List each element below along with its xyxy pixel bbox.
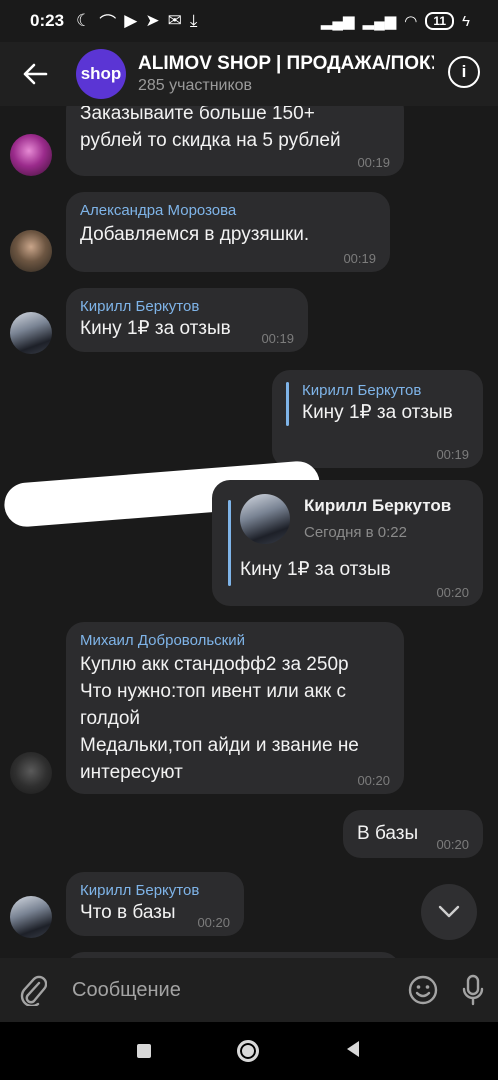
status-bar: 0:23 ☾ ⌒ ▶ ➤ ✉ ⤓ ▂▄▆ ▂▄▆ ◠ 11 ϟ [0,0,498,42]
message-time: 00:19 [261,331,294,346]
home-button[interactable] [237,1040,259,1062]
message-sender[interactable]: Кирилл Беркутов [80,298,294,315]
avatar[interactable] [10,312,52,354]
chevron-down-icon [438,905,460,918]
attach-icon[interactable] [0,974,66,1006]
mail-icon: ✉ [167,11,182,30]
message-time: 00:19 [357,155,390,170]
emoji-icon[interactable] [398,975,448,1005]
chat-header: shop ALIMOV SHOP | ПРОДАЖА/ПОКУПКА 285 у… [0,42,498,106]
member-count: 285 участников [138,77,253,94]
group-avatar[interactable]: shop [76,49,126,99]
message-bubble[interactable]: Михаил Добровольский Куплю акк стандофф2… [66,622,404,794]
message-sender[interactable]: Михаил Добровольский [80,632,390,649]
message-time: 00:20 [436,585,469,600]
headphones-icon: ⌒ [99,13,117,33]
forward-date: Сегодня в 0:22 [304,524,407,541]
back-arrow-icon[interactable] [0,42,70,106]
scroll-down-button[interactable] [421,884,477,940]
message-text: Добавляемся в друзяшки. [80,224,310,245]
chat-title: ALIMOV SHOP | ПРОДАЖА/ПОКУПКА [138,53,434,74]
message-text: Заказываите больше 150+ рублей то скидка… [80,106,341,151]
download-icon: ⤓ [189,11,198,30]
message-input[interactable]: Сообщение [66,979,398,1002]
charging-icon: ϟ [462,12,470,30]
battery-indicator: 11 [425,12,455,30]
message-time: 00:20 [436,837,469,852]
message-text: Кину 1₽ за отзыв [240,559,391,580]
signal-icon-2: ▂▄▆ [362,13,397,30]
message-bubble[interactable]: Александра Морозова Добавляемся в друзяш… [66,192,390,272]
own-message-bubble[interactable]: Кирилл Беркутов Кину 1₽ за отзыв 00:19 [272,370,483,468]
message-text: Куплю акк стандофф2 за 250р Что нужно:то… [80,654,359,783]
play-icon: ▶ [124,11,138,30]
quote-sender[interactable]: Кирилл Беркутов [286,382,469,399]
message-time: 00:19 [343,251,376,266]
message-time: 00:20 [197,915,230,930]
own-message-bubble[interactable]: Кирилл Беркутов Сегодня в 0:22 Кину 1₽ з… [212,480,483,606]
message-list[interactable]: Заказываите больше 150+ рублей то скидка… [0,106,498,958]
info-icon[interactable]: i [448,56,480,88]
message-composer: Сообщение [0,958,498,1022]
avatar[interactable] [10,230,52,272]
message-bubble[interactable]: Заказываите больше 150+ рублей то скидка… [66,106,404,176]
message-time: 00:19 [436,447,469,462]
signal-icon: ▂▄▆ [320,13,355,30]
wifi-icon: ◠ [404,13,418,30]
status-time: 0:23 [30,11,65,30]
back-button[interactable] [345,1040,361,1063]
system-nav-bar [0,1022,498,1080]
microphone-icon[interactable] [448,974,498,1006]
quote-bar [286,382,289,426]
message-bubble[interactable]: Кирилл Беркутов Что в базы 00:20 [66,872,244,936]
message-time: 00:20 [357,773,390,788]
quote-text: Кину 1₽ за отзыв [302,402,453,423]
chat-title-block[interactable]: ALIMOV SHOP | ПРОДАЖА/ПОКУПКА 285 участн… [138,53,434,95]
forward-bar [228,500,231,586]
message-bubble[interactable]: Кирилл Беркутов Кину 1₽ за отзыв 00:19 [66,288,308,352]
forward-avatar[interactable] [240,494,290,544]
moon-icon: ☾ [76,11,92,30]
telegram-icon: ➤ [145,11,160,30]
forward-sender[interactable]: Кирилл Беркутов [304,496,451,516]
message-sender[interactable]: Александра Морозова [80,202,376,219]
avatar[interactable] [10,752,52,794]
recents-button[interactable] [137,1044,151,1058]
avatar[interactable] [10,896,52,938]
message-sender[interactable]: Кирилл Беркутов [80,882,230,899]
avatar[interactable] [10,134,52,176]
own-message-bubble[interactable]: В базы 00:20 [343,810,483,858]
